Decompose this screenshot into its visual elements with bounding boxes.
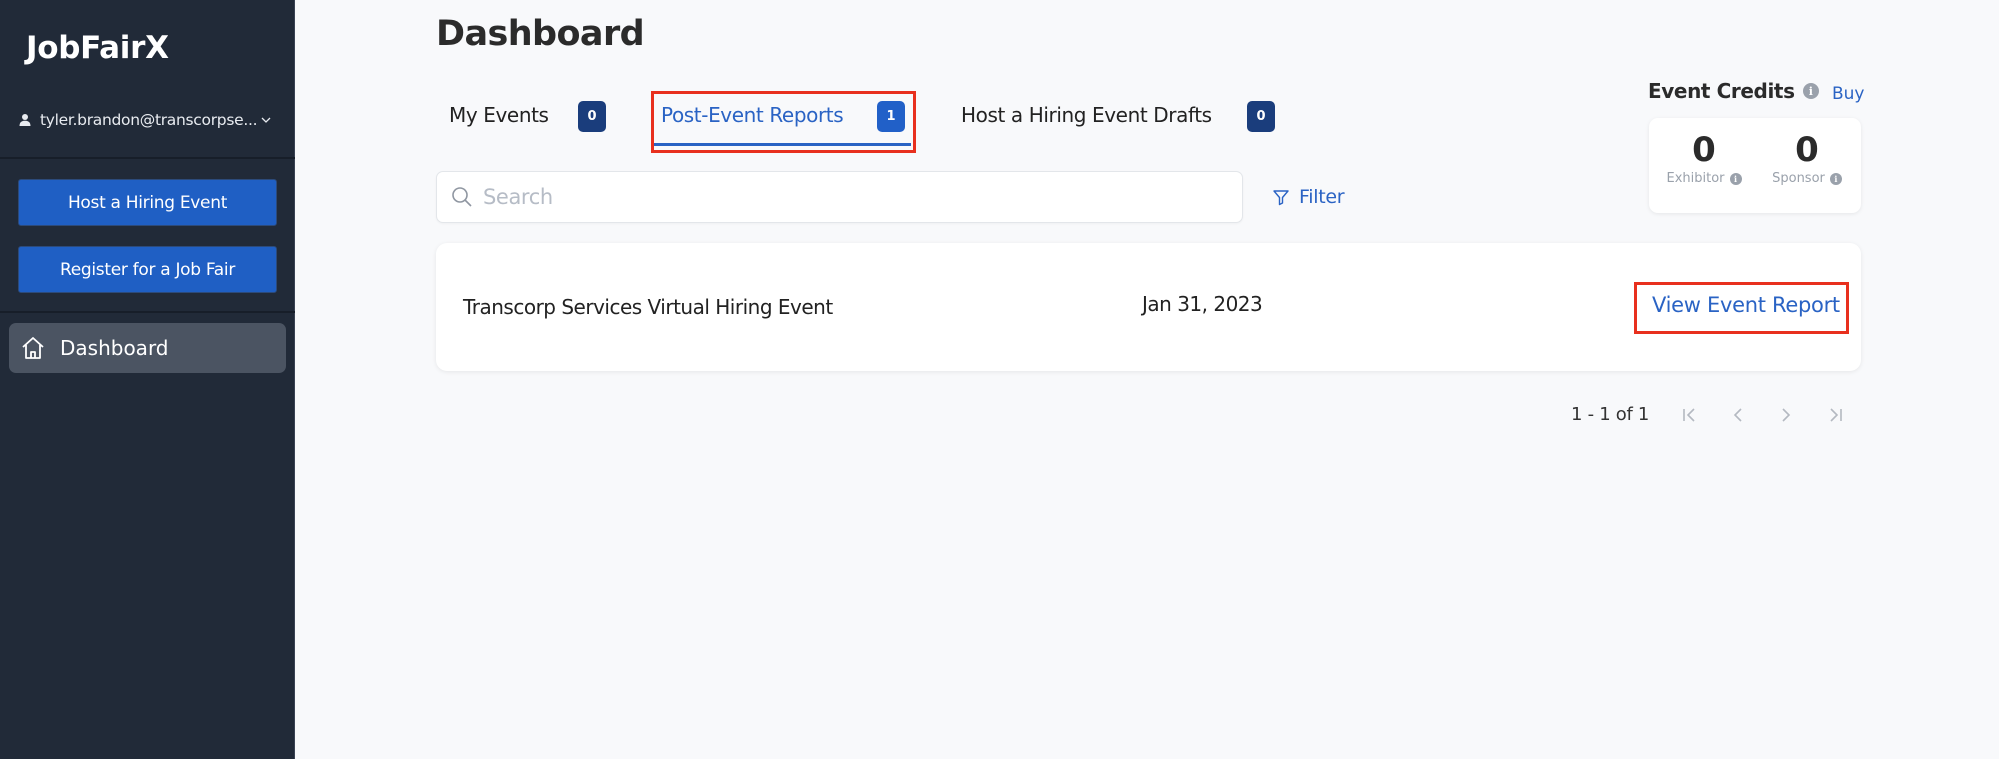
sidebar-item-label: Dashboard — [60, 336, 169, 360]
filter-icon — [1272, 188, 1290, 206]
tab-post-event-reports[interactable]: Post-Event Reports — [661, 98, 844, 132]
brand-logo: JobFairX — [26, 30, 169, 66]
event-credits-label: Event Credits — [1648, 79, 1795, 103]
first-page-icon[interactable] — [1679, 404, 1701, 426]
host-hiring-event-button[interactable]: Host a Hiring Event — [18, 179, 277, 226]
tab-label: My Events — [449, 103, 549, 127]
count-badge: 0 — [1247, 101, 1275, 132]
view-event-report-link[interactable]: View Event Report — [1652, 293, 1840, 317]
filter-label: Filter — [1299, 186, 1345, 208]
count-badge: 0 — [578, 101, 606, 132]
user-email: tyler.brandon@transcorpse... — [40, 111, 258, 129]
sidebar-divider — [0, 157, 295, 159]
filter-button[interactable]: Filter — [1272, 184, 1345, 210]
info-icon[interactable]: i — [1829, 172, 1842, 185]
sponsor-credits: 0 Sponsor i — [1757, 130, 1857, 187]
buy-credits-link[interactable]: Buy — [1832, 84, 1865, 104]
credit-label: Exhibitor — [1666, 171, 1725, 187]
page-title: Dashboard — [436, 14, 645, 54]
sidebar: JobFairX tyler.brandon@transcorpse... Ho… — [0, 0, 295, 759]
tab-my-events[interactable]: My Events — [449, 98, 549, 132]
pagination-range: 1 - 1 of 1 — [1571, 404, 1650, 425]
credits-card: 0 Exhibitor i 0 Sponsor i — [1649, 118, 1861, 213]
credit-label: Sponsor — [1772, 171, 1825, 187]
search-box — [436, 171, 1243, 223]
sidebar-item-dashboard[interactable]: Dashboard — [9, 323, 286, 373]
active-tab-indicator — [651, 143, 911, 146]
previous-page-icon[interactable] — [1728, 404, 1750, 426]
count-badge: 1 — [877, 101, 905, 132]
event-name: Transcorp Services Virtual Hiring Event — [463, 295, 833, 319]
user-menu[interactable]: tyler.brandon@transcorpse... — [18, 108, 280, 132]
exhibitor-credits: 0 Exhibitor i — [1654, 130, 1754, 187]
credit-value: 0 — [1692, 130, 1716, 170]
sidebar-divider — [0, 311, 295, 313]
chevron-down-icon — [260, 114, 272, 126]
next-page-icon[interactable] — [1774, 404, 1796, 426]
user-icon — [18, 113, 32, 127]
list-item: Transcorp Services Virtual Hiring Event … — [436, 243, 1861, 371]
register-job-fair-button[interactable]: Register for a Job Fair — [18, 246, 277, 293]
info-icon[interactable]: i — [1729, 172, 1742, 185]
search-input[interactable] — [483, 185, 1223, 209]
event-date: Jan 31, 2023 — [1142, 292, 1263, 316]
tab-label: Host a Hiring Event Drafts — [961, 103, 1212, 127]
search-icon — [451, 186, 473, 208]
last-page-icon[interactable] — [1824, 404, 1846, 426]
event-credits-title: Event Credits i — [1648, 79, 1819, 103]
home-icon — [20, 335, 46, 361]
tab-label: Post-Event Reports — [661, 103, 844, 127]
tab-hiring-event-drafts[interactable]: Host a Hiring Event Drafts — [961, 98, 1212, 132]
credit-value: 0 — [1795, 130, 1819, 170]
info-icon[interactable]: i — [1802, 83, 1819, 99]
